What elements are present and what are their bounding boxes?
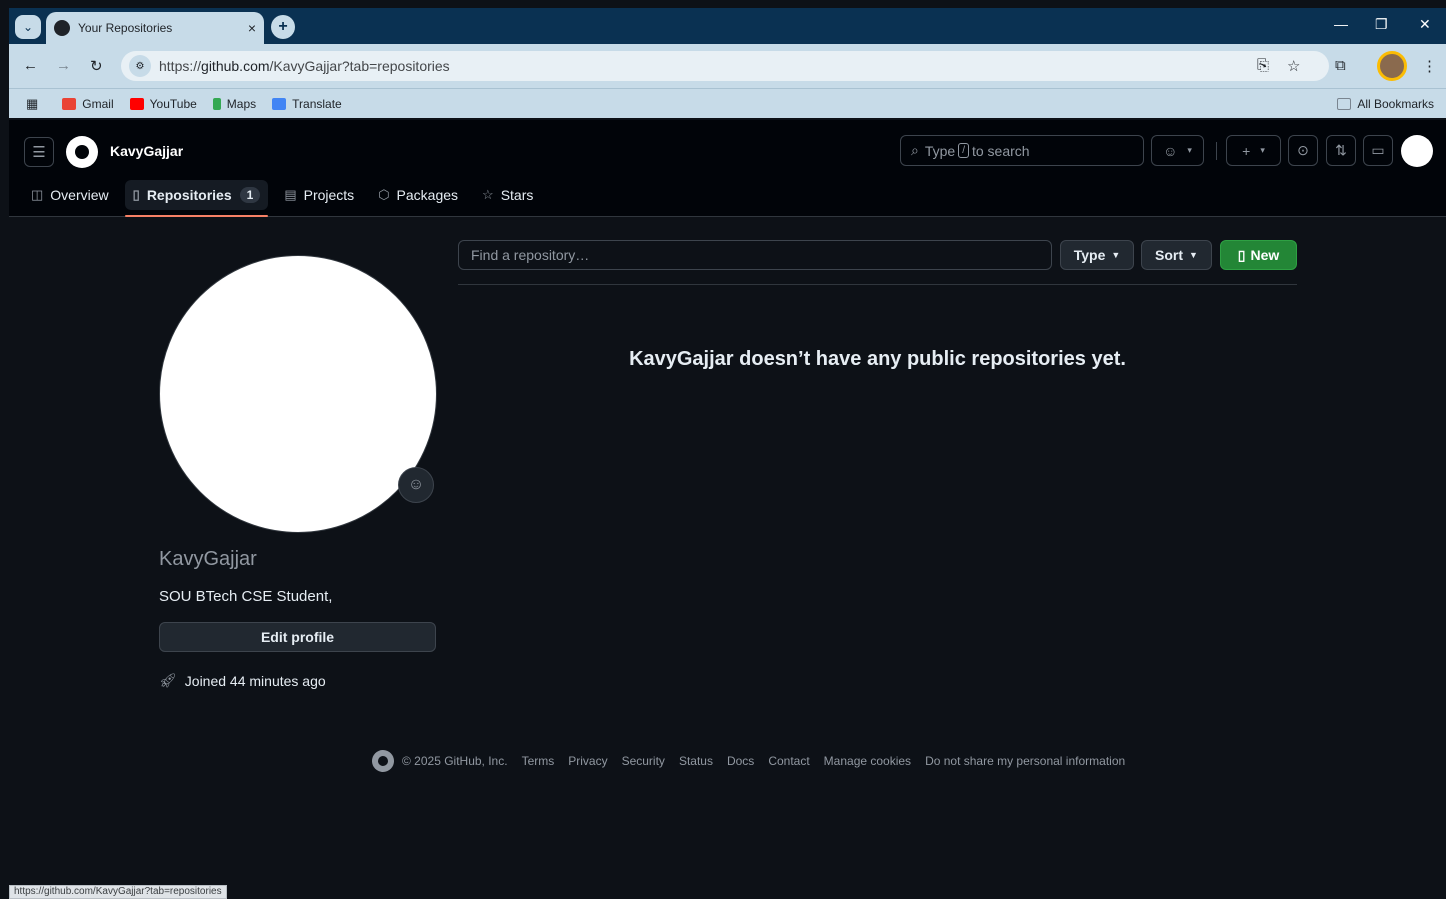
new-tab-button[interactable]: + — [271, 15, 295, 39]
tab-projects[interactable]: ▤ Projects — [276, 180, 362, 210]
search-icon: ⌕ — [911, 142, 919, 158]
tab-search-button[interactable]: ⌄ — [15, 15, 41, 39]
github-footer-logo-icon[interactable] — [372, 750, 394, 772]
apps-grid-icon[interactable]: ▦ — [26, 96, 38, 112]
star-icon: ☆ — [482, 187, 494, 202]
rocket-icon: 🚀︎ — [159, 672, 177, 688]
chevron-down-icon: ⌄ — [22, 20, 34, 34]
profile-tabs: ◫ Overview ▯ Repositories 1 ▤ Projects ⬡ Pack… — [23, 180, 549, 217]
footer-link-terms[interactable]: Terms — [522, 754, 555, 768]
footer-link-manage-cookies[interactable]: Manage cookies — [824, 754, 911, 768]
browser-titlebar: ⌄ Your Repositories × + — ❐ ✕ — [9, 8, 1446, 44]
bookmark-maps[interactable]: Maps — [212, 97, 256, 111]
plus-icon: + — [1242, 142, 1251, 159]
footer-link-do-not-share[interactable]: Do not share my personal information — [925, 754, 1125, 768]
joined-info: 🚀︎ Joined 44 minutes ago — [159, 672, 326, 689]
bookmarks-bar: ▦ Gmail YouTube Maps Translate All Bookm… — [9, 88, 1446, 118]
header-username[interactable]: KavyGajjar — [110, 143, 183, 159]
issue-circle-icon: ⊙ — [1297, 142, 1309, 158]
inbox-button[interactable]: ▭ — [1363, 135, 1393, 166]
tab-overview[interactable]: ◫ Overview — [23, 180, 117, 210]
tab-close-icon[interactable]: × — [248, 20, 256, 36]
set-status-button[interactable]: ☺ — [398, 467, 434, 503]
pull-requests-button[interactable]: ⇅ — [1326, 135, 1356, 166]
search-shortcut-key: / — [958, 143, 969, 158]
blankslate-message: KavyGajjar doesn’t have any public repos… — [629, 348, 1126, 370]
sort-button[interactable]: Sort ▼ — [1141, 240, 1212, 270]
profile-avatar[interactable] — [159, 255, 437, 533]
github-favicon-icon — [54, 20, 70, 36]
menu-dots-icon[interactable]: ⋮ — [1422, 57, 1437, 75]
footer-link-security[interactable]: Security — [622, 754, 665, 768]
profile-bio: SOU BTech CSE Student, — [159, 588, 333, 605]
bookmark-gmail[interactable]: Gmail — [62, 97, 114, 111]
tab-packages[interactable]: ⬡ Packages — [370, 180, 466, 210]
gmail-icon — [62, 97, 77, 110]
browser-profile-avatar[interactable] — [1377, 51, 1407, 81]
footer-link-docs[interactable]: Docs — [727, 754, 754, 768]
all-bookmarks[interactable]: All Bookmarks — [1337, 97, 1434, 111]
user-avatar[interactable] — [1401, 135, 1433, 167]
repo-icon: ▯ — [132, 187, 140, 202]
smiley-icon: ☺ — [407, 476, 425, 493]
url-text: https://github.com/KavyGajjar?tab=reposi… — [159, 58, 450, 74]
copilot-icon: ☺ — [1163, 142, 1178, 159]
repo-divider — [458, 284, 1297, 285]
inbox-icon: ▭ — [1371, 142, 1385, 158]
folder-icon — [1337, 97, 1352, 110]
bookmark-star-icon[interactable]: ☆ — [1287, 57, 1300, 75]
chevron-down-icon: ▼ — [1111, 250, 1121, 260]
browser-tab[interactable]: Your Repositories × — [46, 12, 264, 44]
bookmark-translate[interactable]: Translate — [272, 97, 342, 111]
new-repository-button[interactable]: ▯ New — [1220, 240, 1297, 270]
reload-icon[interactable]: ↻ — [90, 57, 103, 75]
site-info-icon[interactable]: ⚙ — [129, 55, 151, 77]
maps-icon — [212, 97, 221, 110]
footer-link-status[interactable]: Status — [679, 754, 713, 768]
find-repository-input[interactable] — [458, 240, 1052, 270]
profile-username: KavyGajjar — [159, 548, 257, 570]
tab-stars[interactable]: ☆ Stars — [474, 180, 541, 210]
table-icon: ▤ — [284, 187, 297, 202]
extensions-icon[interactable]: ⧉ — [1335, 57, 1346, 74]
repo-icon: ▯ — [1237, 246, 1246, 263]
package-icon: ⬡ — [378, 187, 390, 202]
footer-copyright: © 2025 GitHub, Inc. — [402, 754, 508, 768]
youtube-icon — [129, 97, 144, 110]
close-window-icon[interactable]: ✕ — [1419, 16, 1431, 33]
chevron-down-icon: ▼ — [1189, 250, 1198, 260]
url-bar[interactable]: ⚙ https://github.com/KavyGajjar?tab=repo… — [121, 51, 1329, 81]
create-new-button[interactable]: + ▾ — [1226, 135, 1281, 166]
github-header: ☰ KavyGajjar ⌕ Type / to search ☺ ▾ + ▾ ⊙ … — [9, 120, 1446, 217]
footer-link-contact[interactable]: Contact — [768, 754, 809, 768]
edit-profile-button[interactable]: Edit profile — [159, 622, 436, 652]
copilot-button[interactable]: ☺ ▾ — [1151, 135, 1204, 166]
browser-window: ⌄ Your Repositories × + — ❐ ✕ ← → ↻ ⚙ ht… — [9, 8, 1446, 899]
back-icon[interactable]: ← — [23, 57, 38, 74]
address-bar-row: ← → ↻ ⚙ https://github.com/KavyGajjar?ta… — [9, 44, 1446, 88]
header-divider — [1216, 142, 1217, 160]
bookmark-youtube[interactable]: YouTube — [129, 97, 197, 111]
chevron-down-icon: ▾ — [1187, 145, 1192, 155]
tab-repositories[interactable]: ▯ Repositories 1 — [124, 180, 269, 217]
translate-icon — [272, 97, 287, 110]
repositories-count: 1 — [239, 187, 261, 203]
search-input[interactable]: ⌕ Type / to search — [900, 135, 1144, 166]
type-filter-button[interactable]: Type ▼ — [1060, 240, 1134, 270]
chevron-down-icon: ▾ — [1260, 145, 1265, 155]
minimize-icon[interactable]: — — [1334, 16, 1348, 32]
pull-request-icon: ⇅ — [1335, 142, 1347, 158]
github-logo-icon[interactable] — [66, 136, 98, 168]
tab-title: Your Repositories — [78, 21, 173, 35]
install-app-icon[interactable]: ⎘ — [1257, 57, 1269, 74]
restore-icon[interactable]: ❐ — [1375, 16, 1388, 33]
footer: © 2025 GitHub, Inc. Terms Privacy Securi… — [372, 750, 1139, 772]
hamburger-menu-icon[interactable]: ☰ — [24, 137, 54, 167]
footer-link-privacy[interactable]: Privacy — [568, 754, 607, 768]
status-bar-url: https://github.com/KavyGajjar?tab=reposi… — [9, 885, 227, 899]
issues-button[interactable]: ⊙ — [1288, 135, 1318, 166]
forward-icon[interactable]: → — [56, 57, 71, 74]
book-icon: ◫ — [31, 187, 44, 202]
